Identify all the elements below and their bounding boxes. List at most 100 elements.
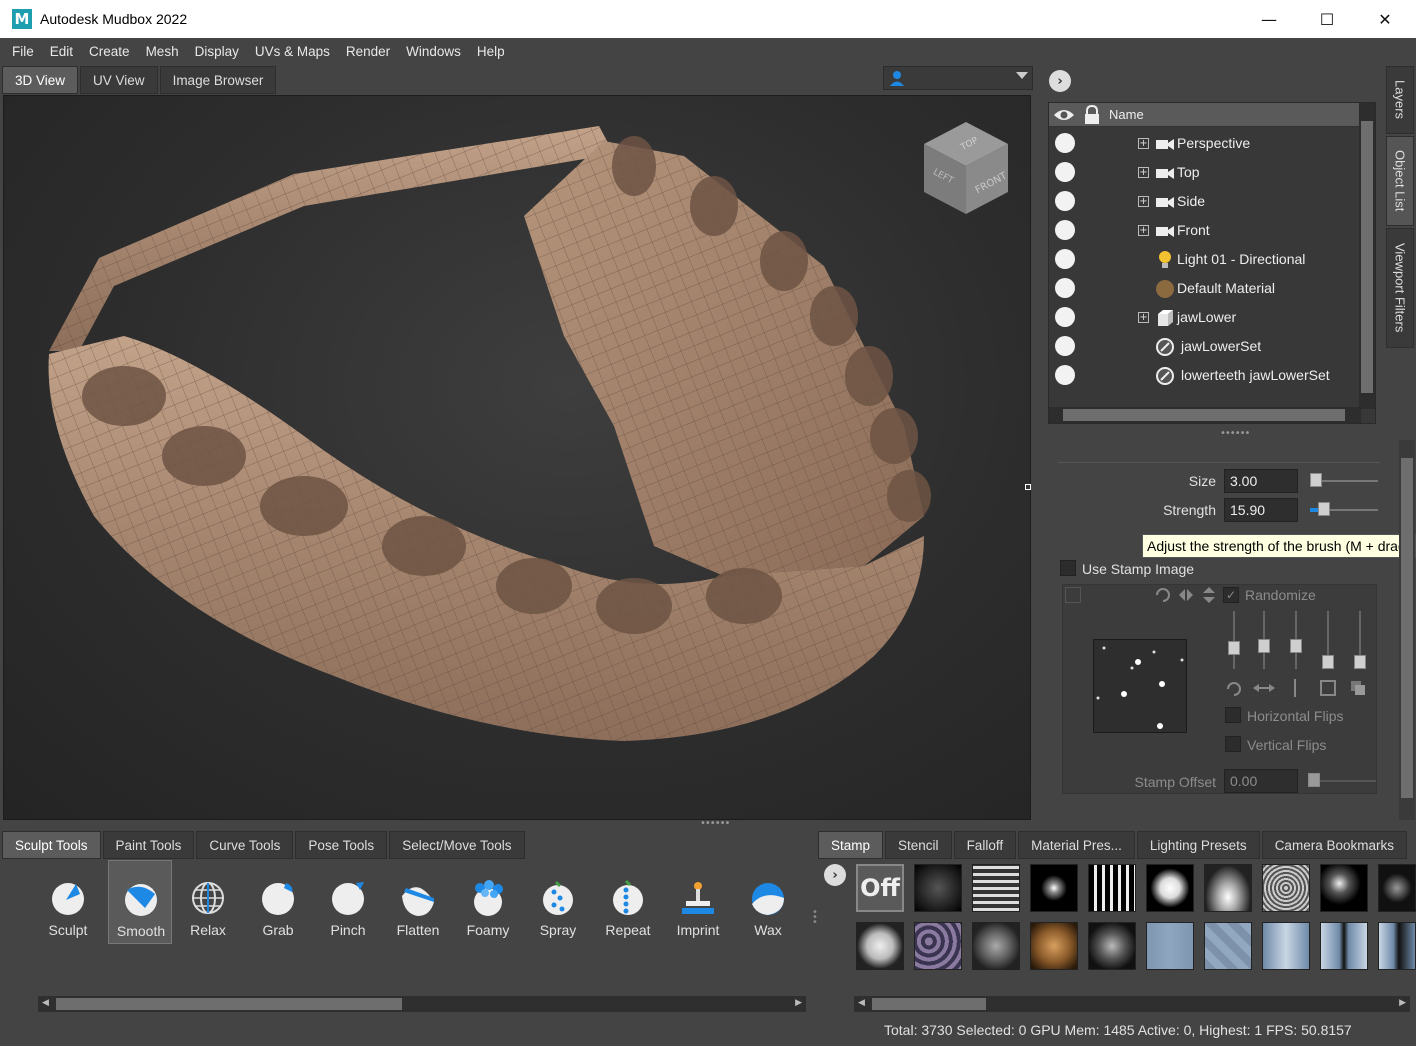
expand-icon[interactable]: + <box>1138 196 1149 207</box>
maximize-button[interactable]: ☐ <box>1298 0 1356 38</box>
randomize-checkbox[interactable]: ✓ <box>1223 587 1239 603</box>
stamp-crease[interactable] <box>1378 922 1416 970</box>
tab-paint-tools[interactable]: Paint Tools <box>102 831 195 859</box>
slider-knob[interactable] <box>1228 641 1240 655</box>
object-list-vertical-scrollbar[interactable] <box>1359 103 1375 409</box>
visibility-toggle[interactable] <box>1055 249 1075 269</box>
menu-mesh[interactable]: Mesh <box>138 44 187 59</box>
visibility-toggle[interactable] <box>1055 336 1075 356</box>
list-item-side[interactable]: + Side <box>1049 187 1359 216</box>
stamp-gravel[interactable] <box>1262 864 1310 912</box>
stamp-off[interactable]: Off <box>856 864 904 912</box>
stamp-fur[interactable] <box>972 922 1020 970</box>
horizontal-flips-checkbox[interactable] <box>1225 707 1241 723</box>
tab-material-presets[interactable]: Material Pres... <box>1018 831 1135 859</box>
visibility-toggle[interactable] <box>1055 278 1075 298</box>
minimize-button[interactable]: — <box>1240 0 1298 38</box>
camera-dropdown[interactable] <box>883 66 1033 90</box>
tab-viewport-filters[interactable]: Viewport Filters <box>1386 228 1414 348</box>
scrollbar-thumb[interactable] <box>1361 121 1373 393</box>
tool-grab[interactable]: Grab <box>246 860 310 944</box>
object-list-horizontal-scrollbar[interactable] <box>1049 407 1361 423</box>
visibility-toggle[interactable] <box>1055 307 1075 327</box>
stamp-shelf-scrollbar[interactable]: ◀ ▶ <box>854 996 1410 1012</box>
tool-spray[interactable]: Spray <box>526 860 590 944</box>
list-item-jawlower[interactable]: + jawLower <box>1049 303 1359 332</box>
strength-input[interactable]: 15.90 <box>1224 498 1298 522</box>
slider-knob[interactable] <box>1354 655 1366 669</box>
list-item-default-material[interactable]: Default Material <box>1049 274 1359 303</box>
menu-file[interactable]: File <box>4 44 42 59</box>
stamp-stripes[interactable] <box>1088 864 1136 912</box>
stamp-shelf-expand-arrow-icon[interactable]: › <box>824 864 846 886</box>
visibility-toggle[interactable] <box>1055 191 1075 211</box>
close-button[interactable]: ✕ <box>1356 0 1414 38</box>
stamp-ridge[interactable] <box>1262 922 1310 970</box>
scroll-left-icon[interactable]: ◀ <box>42 998 49 1008</box>
tool-smooth[interactable]: Smooth <box>108 860 172 944</box>
tab-uv-view[interactable]: UV View <box>80 66 158 94</box>
expand-icon[interactable]: + <box>1138 312 1149 323</box>
vertical-flips-checkbox[interactable] <box>1225 736 1241 752</box>
tab-select-move-tools[interactable]: Select/Move Tools <box>389 831 525 859</box>
stamp-gradient-flat[interactable] <box>1146 922 1194 970</box>
tab-stamp[interactable]: Stamp <box>818 831 884 859</box>
menu-display[interactable]: Display <box>187 44 247 59</box>
list-item-lowerteeth-set[interactable]: lowerteeth jawLowerSet <box>1049 361 1359 390</box>
tab-sculpt-tools[interactable]: Sculpt Tools <box>2 831 101 859</box>
3d-viewport[interactable]: TOP LEFT FRONT <box>3 95 1031 820</box>
stamp-sponge[interactable] <box>1030 922 1078 970</box>
stamp-transform-icons[interactable] <box>1153 585 1219 605</box>
scrollbar-thumb[interactable] <box>1063 409 1345 421</box>
stamp-grid-pattern[interactable] <box>972 864 1020 912</box>
expand-icon[interactable]: + <box>1138 138 1149 149</box>
stamp-pebbles[interactable] <box>914 922 962 970</box>
tool-imprint[interactable]: Imprint <box>666 860 730 944</box>
list-item-light[interactable]: Light 01 - Directional <box>1049 245 1359 274</box>
list-item-perspective[interactable]: + Perspective <box>1049 129 1359 158</box>
tab-curve-tools[interactable]: Curve Tools <box>196 831 294 859</box>
tab-3d-view[interactable]: 3D View <box>2 66 79 94</box>
scroll-left-icon[interactable]: ◀ <box>858 998 865 1008</box>
shelf-grip-icon[interactable]: • • • <box>812 908 818 928</box>
tool-foamy[interactable]: Foamy <box>456 860 520 944</box>
stamp-crater[interactable] <box>1088 922 1136 970</box>
list-item-jawlowerset[interactable]: jawLowerSet <box>1049 332 1359 361</box>
tools-shelf-scrollbar[interactable]: ◀ ▶ <box>38 996 806 1012</box>
stamp-checker[interactable] <box>1204 922 1252 970</box>
visibility-toggle[interactable] <box>1055 220 1075 240</box>
visibility-toggle[interactable] <box>1055 162 1075 182</box>
properties-scrollbar[interactable] <box>1399 440 1415 820</box>
scrollbar-thumb[interactable] <box>56 998 402 1010</box>
tab-layers[interactable]: Layers <box>1386 66 1414 134</box>
visibility-toggle[interactable] <box>1055 365 1075 385</box>
collapse-panel-arrow-icon[interactable]: › <box>1049 70 1071 92</box>
rotation-jitter-slider[interactable] <box>1233 611 1235 669</box>
lock-icon[interactable] <box>1083 105 1101 125</box>
tool-sculpt[interactable]: Sculpt <box>36 860 100 944</box>
tab-lighting-presets[interactable]: Lighting Presets <box>1136 831 1260 859</box>
stamp-speckle[interactable] <box>1378 864 1416 912</box>
view-cube[interactable]: TOP LEFT FRONT <box>920 118 1012 218</box>
scrollbar-thumb[interactable] <box>1401 458 1413 798</box>
menu-edit[interactable]: Edit <box>42 44 81 59</box>
tab-image-browser[interactable]: Image Browser <box>159 66 277 94</box>
tab-falloff[interactable]: Falloff <box>953 831 1017 859</box>
stamp-blob[interactable] <box>1146 864 1194 912</box>
stamp-groove[interactable] <box>1320 922 1368 970</box>
tool-wax[interactable]: Wax <box>736 860 800 944</box>
scrollbar-thumb[interactable] <box>872 998 986 1010</box>
tab-object-list[interactable]: Object List <box>1386 136 1414 226</box>
tool-pinch[interactable]: Pinch <box>316 860 380 944</box>
viewport-resize-handle[interactable] <box>1025 484 1031 490</box>
slider-knob[interactable] <box>1258 639 1270 653</box>
scroll-right-icon[interactable]: ▶ <box>795 998 802 1008</box>
tab-stencil[interactable]: Stencil <box>885 831 952 859</box>
menu-uvs-maps[interactable]: UVs & Maps <box>247 44 338 59</box>
tool-relax[interactable]: Relax <box>176 860 240 944</box>
menu-windows[interactable]: Windows <box>398 44 469 59</box>
stamp-noise[interactable] <box>914 864 962 912</box>
eye-icon[interactable] <box>1053 107 1075 123</box>
stamp-splat[interactable] <box>1030 864 1078 912</box>
visibility-toggle[interactable] <box>1055 133 1075 153</box>
